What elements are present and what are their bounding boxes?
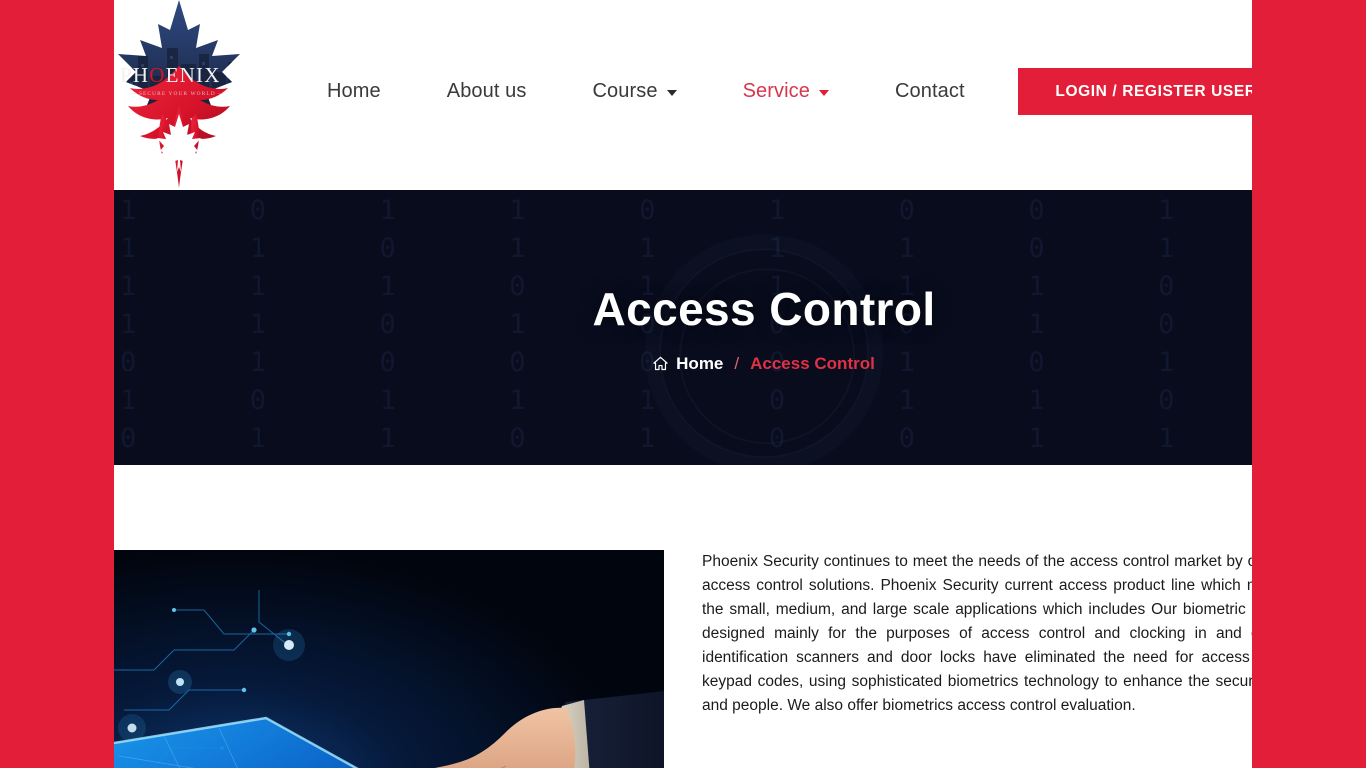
nav-item-home[interactable]: Home: [294, 80, 414, 103]
logo-wordmark: PHOENIX: [120, 63, 221, 87]
breadcrumb: Home / Access Control: [653, 354, 875, 374]
nav-label: About us: [446, 80, 527, 102]
chevron-down-icon: [666, 90, 677, 96]
login-register-button[interactable]: LOGIN / REGISTER USER: [1018, 59, 1350, 124]
page-banner: 1 0 1 1 0 1 0 0 1 0 1 1 1 1 0 1 1 1 1 0 …: [114, 190, 1366, 465]
nav-item-about-us[interactable]: About us: [414, 80, 560, 103]
nav-label: Course: [592, 80, 658, 102]
home-icon: [653, 356, 668, 371]
content-section: ACCESS CONTROL: [114, 465, 1366, 768]
page-title: Access Control: [592, 282, 936, 335]
site-header: PHOENIX — SECURE YOUR WORLD — Home About…: [114, 0, 1366, 190]
main-navigation[interactable]: Home About us Course Service Contact: [294, 80, 998, 103]
breadcrumb-home-label: Home: [676, 353, 724, 373]
nav-item-contact[interactable]: Contact: [862, 80, 998, 103]
left-red-band: [0, 0, 114, 768]
nav-item-course[interactable]: Course: [560, 80, 710, 103]
browser-viewport: PHOENIX — SECURE YOUR WORLD — Home About…: [0, 0, 1366, 768]
breadcrumb-home-link[interactable]: Home: [653, 354, 723, 374]
breadcrumb-separator: /: [734, 353, 740, 373]
nav-label: Home: [327, 80, 381, 102]
right-red-band: [1252, 0, 1366, 768]
login-register-label: LOGIN / REGISTER USER: [1055, 82, 1257, 100]
logo-tagline: — SECURE YOUR WORLD —: [129, 91, 225, 97]
breadcrumb-current: Access Control: [750, 353, 875, 373]
access-control-image: ACCESS CONTROL: [114, 550, 664, 768]
nav-label: Service: [742, 80, 810, 102]
nav-item-service[interactable]: Service: [710, 80, 862, 103]
chevron-down-icon: [818, 90, 829, 96]
nav-label: Contact: [894, 80, 965, 102]
page-canvas: PHOENIX — SECURE YOUR WORLD — Home About…: [114, 0, 1366, 768]
phoenix-logo[interactable]: PHOENIX — SECURE YOUR WORLD —: [114, 0, 244, 192]
